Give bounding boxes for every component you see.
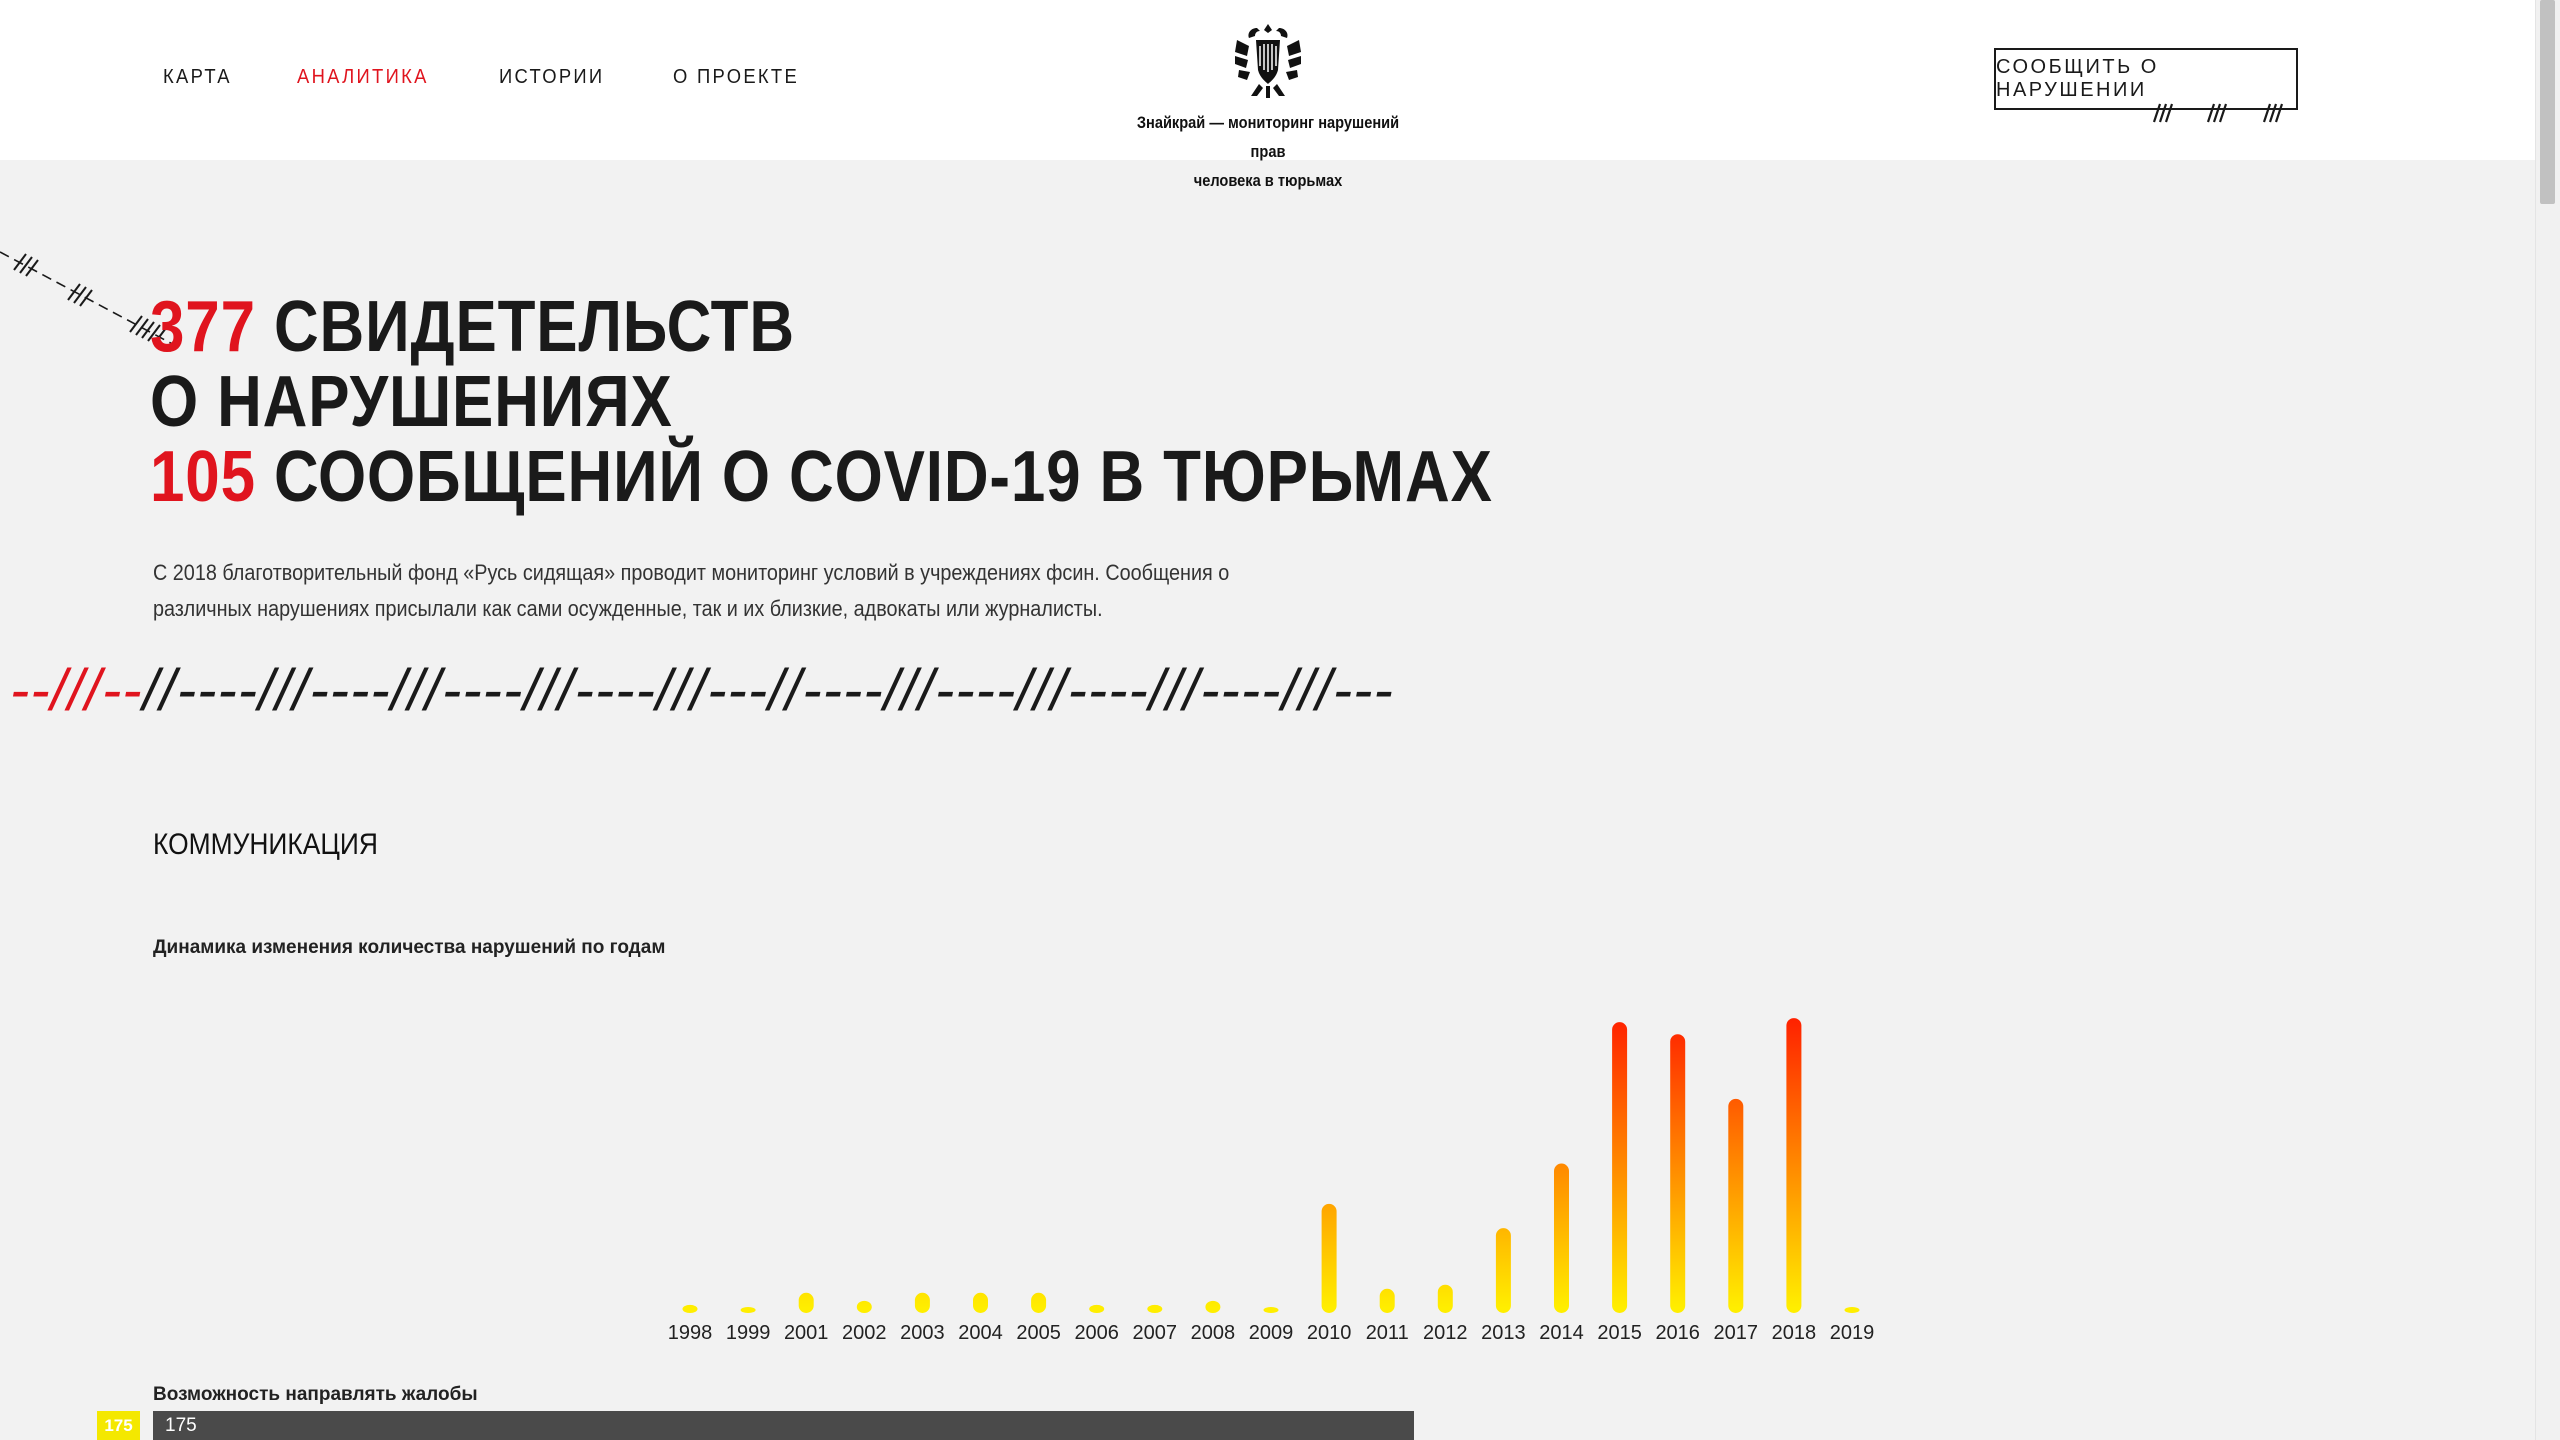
chart-bar-2018[interactable] [1786, 1018, 1802, 1313]
chart-bar-2014[interactable] [1554, 1163, 1569, 1313]
chart-bar-2019[interactable] [1844, 1307, 1860, 1313]
chart-tick-2013: 2013 [1481, 1322, 1526, 1344]
nav-item-map[interactable]: КАРТА [163, 66, 232, 89]
hero-heading: 377 СВИДЕТЕЛЬСТВ О НАРУШЕНИЯХ 105 СООБЩЕ… [150, 290, 1711, 515]
complaints-value-badge: 175 [97, 1411, 140, 1440]
chart-title: Динамика изменения количества нарушений … [153, 937, 666, 958]
chart-tick-2009: 2009 [1249, 1322, 1294, 1344]
chart-bar-2008[interactable] [1205, 1300, 1221, 1313]
hero-line-1: 377 СВИДЕТЕЛЬСТВ [150, 290, 1493, 365]
complaints-bar-value: 175 [165, 1414, 197, 1436]
divider-black-part: //----///----///----///----///---//----/… [142, 658, 1394, 723]
chart-tick-1998: 1998 [668, 1322, 713, 1344]
chart-tick-2019: 2019 [1830, 1322, 1875, 1344]
complaints-chart-title: Возможность направлять жалобы [153, 1384, 478, 1405]
hero-text-2: СООБЩЕНИЙ О COVID-19 В ТЮРЬМАХ [273, 437, 1493, 517]
chart-tick-2010: 2010 [1307, 1322, 1352, 1344]
chart-tick-2004: 2004 [958, 1322, 1003, 1344]
hero-text-1a: СВИДЕТЕЛЬСТВ [273, 287, 795, 367]
chart-tick-1999: 1999 [726, 1322, 771, 1344]
logo-tagline-line2: человека в тюрьмах [1193, 171, 1343, 190]
chart-tick-2008: 2008 [1191, 1322, 1236, 1344]
chart-bar-2009[interactable] [1263, 1307, 1279, 1313]
chart-bar-1998[interactable] [682, 1304, 698, 1313]
chart-bar-2013[interactable] [1495, 1228, 1511, 1313]
chart-tick-2017: 2017 [1714, 1322, 1759, 1344]
chart-tick-2015: 2015 [1597, 1322, 1642, 1344]
chart-tick-2003: 2003 [900, 1322, 945, 1344]
chart-bar-1999[interactable] [740, 1307, 756, 1313]
nav-item-about[interactable]: О ПРОЕКТЕ [673, 66, 799, 89]
chart-tick-2002: 2002 [842, 1322, 887, 1344]
section-title-communication: КОММУНИКАЦИЯ [153, 828, 378, 861]
intro-paragraph: С 2018 благотворительный фонд «Русь сидя… [153, 560, 1230, 621]
scrollbar-thumb[interactable] [2540, 0, 2555, 204]
hero-line-3: 105 СООБЩЕНИЙ О COVID-19 В ТЮРЬМАХ [150, 440, 1493, 515]
chart-bar-2007[interactable] [1147, 1304, 1163, 1313]
chart-bar-2012[interactable] [1437, 1284, 1453, 1313]
chart-bar-2003[interactable] [914, 1292, 930, 1313]
logo-tagline: Знайкрай — мониторинг нарушений прав чел… [1122, 108, 1414, 195]
slash-decoration [2152, 103, 2284, 123]
logo-tagline-line1: Знайкрай — мониторинг нарушений прав [1136, 113, 1400, 161]
chart-tick-2011: 2011 [1366, 1322, 1409, 1344]
chart-bar-2005[interactable] [1031, 1292, 1047, 1313]
chart-bar-2001[interactable] [798, 1292, 814, 1313]
chart-bar-2016[interactable] [1670, 1034, 1686, 1313]
chart-bar-2015[interactable] [1612, 1022, 1628, 1313]
violations-by-year-chart: 1998 1999 2001 2002 2003 2004 2005 2006 2007 2008… [668, 1018, 1875, 1344]
chart-tick-2007: 2007 [1133, 1322, 1178, 1344]
covid-report-count: 105 [150, 437, 256, 517]
divider-red-part: --///-- [10, 658, 143, 723]
dashed-divider: --///--//----///----///----///----///---… [10, 656, 1394, 726]
double-headed-eagle-icon [1235, 24, 1301, 98]
nav-item-stories[interactable]: ИСТОРИИ [499, 66, 604, 89]
chart-tick-2014: 2014 [1539, 1322, 1584, 1344]
complaints-bar: 175 [153, 1411, 1414, 1440]
chart-tick-2016: 2016 [1655, 1322, 1700, 1344]
hero-line-2: О НАРУШЕНИЯХ [150, 365, 1493, 440]
nav-item-analytics[interactable]: АНАЛИТИКА [297, 66, 429, 89]
chart-tick-2006: 2006 [1074, 1322, 1119, 1344]
site-header: КАРТА АНАЛИТИКА ИСТОРИИ О ПРОЕКТЕ Знайкр… [0, 0, 2535, 190]
main-nav: КАРТА АНАЛИТИКА ИСТОРИИ О ПРОЕКТЕ [163, 66, 869, 89]
chart-bar-2017[interactable] [1728, 1098, 1744, 1313]
testimony-count: 377 [150, 287, 256, 367]
chart-bar-2004[interactable] [973, 1292, 988, 1313]
chart-bar-2010[interactable] [1321, 1203, 1337, 1313]
chart-tick-2012: 2012 [1423, 1322, 1468, 1344]
chart-bar-2011[interactable] [1379, 1288, 1395, 1313]
chart-bar-2006[interactable] [1089, 1304, 1105, 1313]
hero-text-1b: О НАРУШЕНИЯХ [150, 362, 673, 442]
chart-bar-2002[interactable] [856, 1300, 872, 1313]
chart-tick-2018: 2018 [1772, 1322, 1817, 1344]
chart-tick-2005: 2005 [1016, 1322, 1061, 1344]
chart-tick-2001: 2001 [784, 1322, 829, 1344]
site-logo[interactable]: Знайкрай — мониторинг нарушений прав чел… [1098, 18, 1438, 195]
